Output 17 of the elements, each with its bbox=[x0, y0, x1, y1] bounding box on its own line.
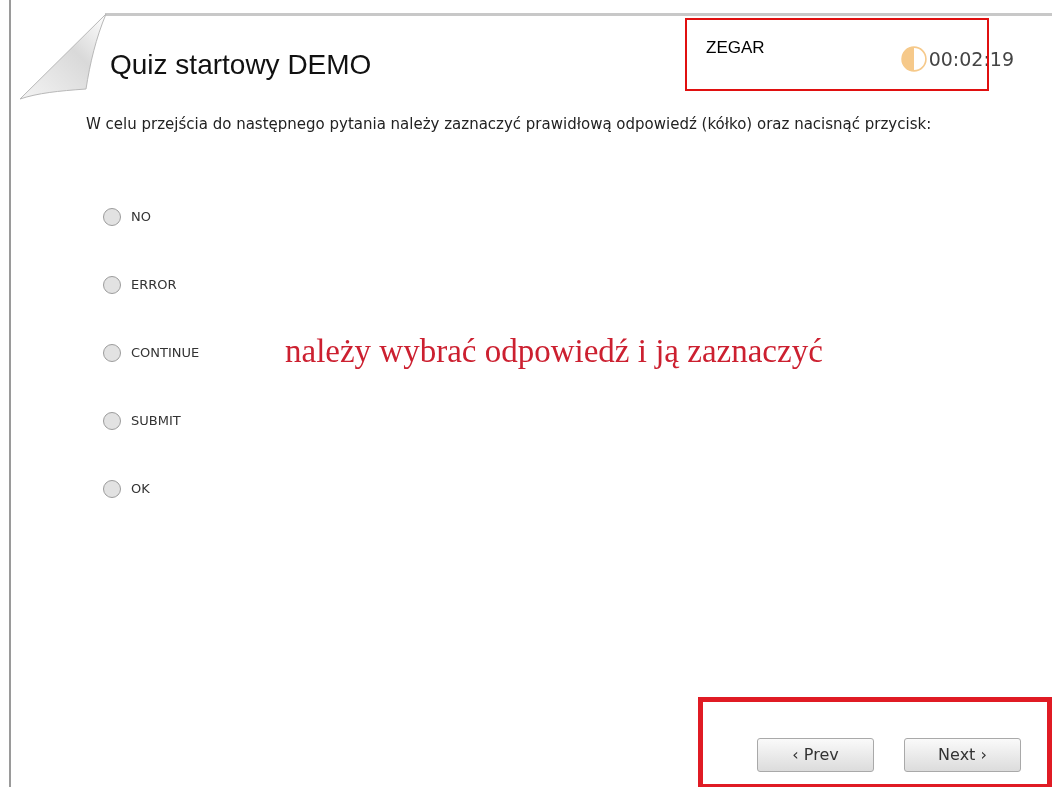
quiz-title: Quiz startowy DEMO bbox=[110, 48, 372, 82]
answer-option[interactable]: ERROR bbox=[103, 273, 177, 296]
timer-icon bbox=[900, 46, 927, 73]
answer-option[interactable]: NO bbox=[103, 205, 151, 228]
radio-button[interactable] bbox=[103, 411, 121, 430]
prev-button[interactable]: ‹ Prev bbox=[757, 738, 874, 772]
annotation-hint: należy wybrać odpowiedź i ją zaznaczyć bbox=[285, 332, 823, 371]
instruction-text: W celu przejścia do następnego pytania należy zaznaczyć prawidłową odpowiedź (kółko) oraz nacisnąć przycisk: bbox=[86, 114, 933, 135]
answer-option[interactable]: OK bbox=[103, 477, 150, 500]
annotation-label: ZEGAR bbox=[706, 37, 765, 59]
answer-option[interactable]: CONTINUE bbox=[103, 341, 200, 364]
radio-button[interactable] bbox=[103, 275, 121, 294]
answer-option[interactable]: SUBMIT bbox=[103, 409, 181, 432]
next-button[interactable]: Next › bbox=[904, 738, 1021, 772]
radio-button[interactable] bbox=[103, 343, 121, 362]
radio-button[interactable] bbox=[103, 479, 121, 498]
radio-button[interactable] bbox=[103, 207, 121, 226]
